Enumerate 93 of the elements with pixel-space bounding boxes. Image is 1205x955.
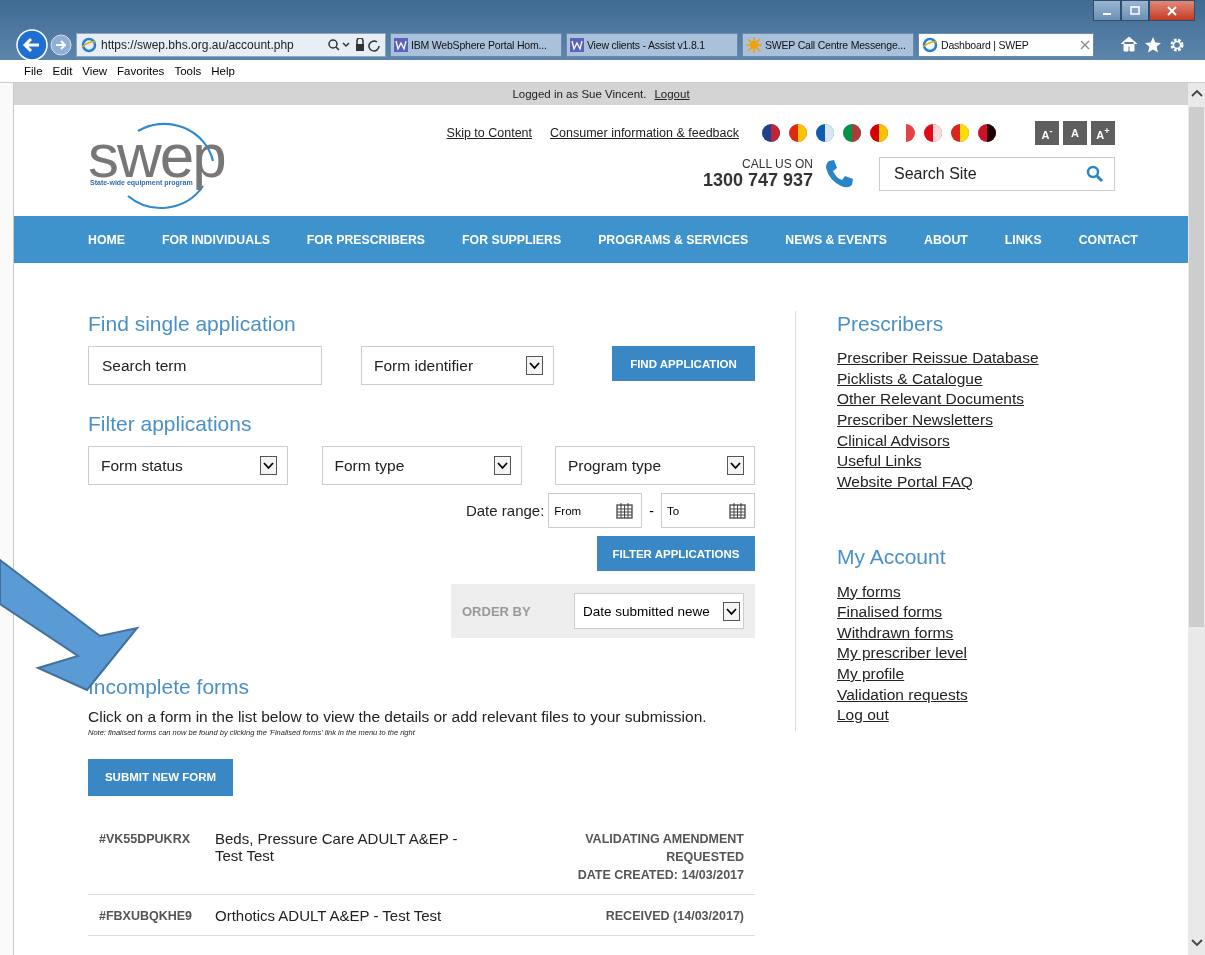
forward-button[interactable] <box>50 34 72 56</box>
minimize-icon <box>1103 12 1111 15</box>
sidebar-link[interactable]: Prescriber Newsletters <box>837 409 993 431</box>
form-title: Beds, Pressure Care ADULT A&EP - Test Test <box>215 829 459 864</box>
back-button[interactable] <box>16 29 48 61</box>
to-date-field[interactable]: To <box>661 493 755 529</box>
sidebar-link[interactable]: Validation requests <box>837 684 968 706</box>
form-id: #FBXUBQKHE9 <box>99 908 194 923</box>
form-status: VALIDATING AMENDMENT REQUESTED <box>584 830 744 866</box>
browser-tab[interactable]: IBM WebSphere Portal Hom... <box>390 33 562 57</box>
address-bar[interactable]: https://swep.bhs.org.au/account.php <box>76 33 386 57</box>
menu-item[interactable]: Favorites <box>117 65 165 77</box>
date-separator: - <box>648 502 655 519</box>
close-button[interactable] <box>1149 0 1195 21</box>
scroll-up-icon <box>1190 89 1203 97</box>
sun-icon <box>746 37 762 53</box>
sidebar-heading: My Account <box>837 544 946 570</box>
calendar-icon <box>729 502 746 520</box>
site-search-field[interactable]: Search Site <box>879 157 1115 191</box>
filter-select[interactable]: Form status <box>88 446 288 486</box>
browser-icon <box>922 37 938 53</box>
site-icon <box>570 38 584 52</box>
intro-text: Click on a form in the list below to view the details or add relevant files to your submission. <box>88 707 708 726</box>
minimize-button[interactable] <box>1093 0 1121 21</box>
sidebar-link[interactable]: My forms <box>837 581 901 603</box>
form-title: Orthotics ADULT A&EP - Test Test <box>215 906 443 924</box>
star-icon[interactable] <box>1144 36 1162 54</box>
date-range-label: Date range: <box>465 502 545 520</box>
close-tab-icon <box>1080 40 1090 50</box>
filter-applications-button[interactable]: FILTER APPLICATIONS <box>597 536 755 572</box>
phone-number: 1300 747 937 <box>702 170 813 191</box>
form-identifier-select[interactable]: Form identifier <box>361 346 554 386</box>
from-date-field[interactable]: From <box>548 493 643 529</box>
menu-item[interactable]: View <box>82 65 108 77</box>
flag-icon[interactable] <box>842 123 862 143</box>
scrollbar[interactable] <box>1188 83 1205 955</box>
order-select[interactable]: Date submitted newe <box>574 593 744 630</box>
close-icon <box>1166 5 1178 16</box>
form-row[interactable]: #FBXUBQKHE9 Orthotics ADULT A&EP - Test Test RECEIVED (14/03/2017) <box>88 894 755 936</box>
sidebar-link[interactable]: Log out <box>837 705 889 726</box>
flag-icon[interactable] <box>815 123 835 143</box>
maximize-icon <box>1130 5 1140 16</box>
sidebar-link[interactable]: Website Portal FAQ <box>837 471 973 493</box>
sidebar-link[interactable]: My profile <box>837 663 905 685</box>
form-id: #VK55DPUKRX <box>99 831 191 846</box>
order-by-label: ORDER BY <box>462 603 531 619</box>
filter-select[interactable]: Form type <box>321 446 522 486</box>
section-heading: Find single application <box>88 311 297 337</box>
menu-item[interactable]: File <box>24 65 43 77</box>
home-icon[interactable] <box>1120 36 1138 52</box>
maximize-button[interactable] <box>1121 0 1149 21</box>
site-icon <box>394 38 408 52</box>
section-heading: Incomplete forms <box>88 674 251 700</box>
sidebar-link[interactable]: Finalised forms <box>837 602 943 623</box>
calendar-icon <box>616 502 634 520</box>
menu-item[interactable]: Tools <box>174 65 202 77</box>
sidebar-link[interactable]: Prescriber Reissue Database <box>837 348 1039 369</box>
filter-select[interactable]: Program type <box>555 446 755 486</box>
form-status: RECEIVED (14/03/2017) <box>605 907 744 925</box>
font-size-button[interactable]: A$^{+}$ <box>1091 121 1115 145</box>
settings-icon[interactable] <box>1168 36 1186 54</box>
form-row[interactable]: #VK55DPUKRX Beds, Pressure Care ADULT A&EP - Test Test VALIDATING AMENDMENT REQUESTED DATE CREATED: 14/03/2017 <box>88 817 755 895</box>
address-tools-icon <box>327 38 381 52</box>
login-status: Logged in as Sue Vincent. <box>512 88 647 100</box>
flag-icon[interactable] <box>761 123 781 143</box>
sidebar-heading: Prescribers <box>837 311 944 337</box>
submit-new-form-button[interactable]: SUBMIT NEW FORM <box>88 758 233 796</box>
browser-tab[interactable]: Dashboard | SWEP <box>918 33 1094 57</box>
sidebar-link[interactable]: Clinical Advisors <box>837 430 950 452</box>
date-created: DATE CREATED: 14/03/2017 <box>577 866 744 884</box>
phone-icon <box>823 158 855 190</box>
sidebar-link[interactable]: Picklists & Catalogue <box>837 368 983 390</box>
browser-tab[interactable]: View clients - Assist v1.8.1 <box>566 33 738 57</box>
menu-item[interactable]: Help <box>211 65 235 77</box>
menu-item[interactable]: Edit <box>52 65 73 77</box>
search-icon[interactable] <box>1086 165 1104 183</box>
browser-tab[interactable]: SWEP Call Centre Messenge... <box>742 33 914 57</box>
section-heading: Filter applications <box>88 411 253 437</box>
sidebar-link[interactable]: Other Relevant Documents <box>837 389 1024 410</box>
header-link[interactable]: Skip to Content <box>446 126 532 140</box>
font-size-button[interactable]: A$^{-}$ <box>1035 121 1059 145</box>
header-link[interactable]: Consumer information & feedback <box>550 126 739 140</box>
sidebar-link[interactable]: My prescriber level <box>837 643 968 664</box>
flag-icon[interactable] <box>977 123 997 143</box>
scroll-down-icon <box>1190 939 1203 947</box>
sidebar-link[interactable]: Useful Links <box>837 451 922 472</box>
logout-link[interactable]: Logout <box>654 88 690 100</box>
sidebar-link[interactable]: Withdrawn forms <box>837 622 954 644</box>
font-size-button[interactable]: A <box>1063 121 1087 145</box>
browser-icon <box>81 37 97 53</box>
find-application-button[interactable]: FIND APPLICATION <box>612 346 755 382</box>
search-term-field[interactable]: Search term <box>88 346 322 386</box>
call-label: CALL US ON <box>742 157 813 171</box>
